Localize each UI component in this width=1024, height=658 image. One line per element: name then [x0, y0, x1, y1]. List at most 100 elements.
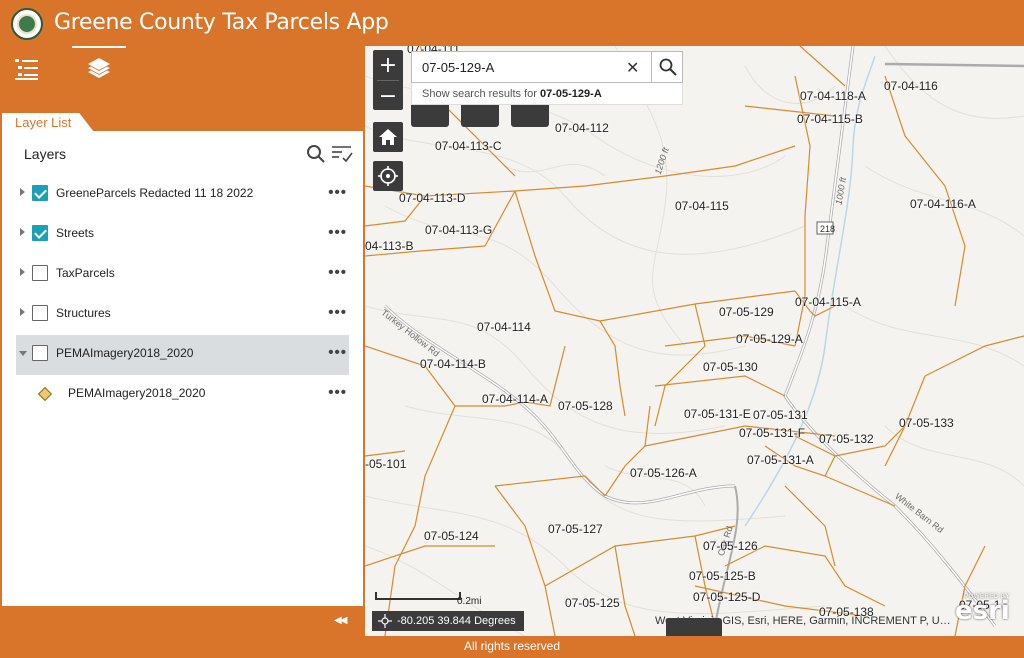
parcel-label: 07-04-113-D [399, 191, 466, 205]
parcel-label: 07-04-115-B [797, 112, 863, 126]
parcel-label: 07-05-131-E [684, 407, 751, 421]
expand-arrow-icon[interactable] [20, 228, 25, 236]
expand-arrow-icon[interactable] [20, 188, 25, 196]
print-tool-button[interactable] [461, 105, 499, 127]
layer-row-taxparcels[interactable]: TaxParcels ••• [16, 255, 349, 295]
parcel-label: 07-05-131-F [739, 426, 806, 440]
layer-list-panel: Layers GreeneParcels Redacted 11 18 2022… [2, 131, 363, 606]
parcel-label: 07-05-132 [819, 432, 874, 446]
measure-tool-button[interactable] [411, 105, 449, 127]
layer-checkbox[interactable] [32, 225, 48, 241]
collapse-panel-icon[interactable]: ◀◀ [334, 615, 347, 626]
expand-arrow-icon[interactable] [20, 308, 25, 316]
parcel-label: -05-101 [365, 457, 407, 471]
home-button[interactable] [373, 122, 403, 152]
more-options-icon[interactable]: ••• [328, 185, 347, 200]
more-options-icon[interactable]: ••• [328, 345, 347, 360]
layer-checkbox[interactable] [32, 305, 48, 321]
tab-layer-list[interactable]: Layer List [2, 113, 94, 132]
parcel-label: 07-05-124 [424, 529, 479, 543]
draw-tool-button[interactable] [511, 105, 549, 127]
scale-bar [375, 592, 461, 600]
parcel-label: 07-05-130 [703, 360, 758, 374]
app-footer: All rights reserved [0, 636, 1024, 658]
zoom-out-button[interactable]: − [373, 81, 403, 111]
legend-label: PEMAImagery2018_2020 [68, 386, 206, 400]
parcel-label: 07-04-115 [675, 199, 729, 213]
app-header: Greene County Tax Parcels App [0, 0, 1024, 46]
parcel-label: 07-05-129 [719, 305, 774, 319]
search-widget: ✕ [411, 51, 683, 83]
parcel-label: 07-05-125-D [693, 590, 761, 604]
layer-label: Streets [56, 226, 95, 240]
layer-label: GreeneParcels Redacted 11 18 2022 [56, 186, 254, 200]
parcel-label: 07-05-126 [703, 539, 758, 553]
raster-legend-icon [37, 386, 53, 402]
layers-icon [88, 58, 110, 78]
parcel-label: 07-04-113-G [425, 223, 493, 237]
layer-checkbox[interactable] [32, 345, 48, 361]
more-options-icon[interactable]: ••• [328, 225, 347, 240]
parcel-label: 07-04-115-A [795, 295, 861, 309]
layer-label: Structures [56, 306, 111, 320]
more-options-icon[interactable]: ••• [328, 385, 347, 400]
search-input[interactable] [412, 52, 652, 82]
crosshair-icon [378, 614, 392, 628]
locate-button[interactable] [373, 161, 403, 191]
layers-tab[interactable] [72, 46, 126, 92]
layer-checkbox[interactable] [32, 185, 48, 201]
parcel-label: 07-05-125-B [689, 569, 756, 583]
topo-basemap [365, 46, 1024, 636]
county-seal-logo [11, 8, 43, 40]
parcel-label: 07-05-125 [565, 596, 620, 610]
list-icon [15, 59, 38, 80]
search-suggestion[interactable]: Show search results for 07-05-129-A [411, 83, 683, 105]
filter-list-icon[interactable] [331, 144, 353, 164]
more-options-icon[interactable]: ••• [328, 305, 347, 320]
suggestion-term: 07-05-129-A [540, 88, 602, 100]
zoom-in-button[interactable]: + [373, 50, 403, 80]
layer-list-tab[interactable] [0, 46, 54, 92]
attribution-toggle[interactable] [666, 618, 722, 636]
parcel-label: 07-05-127 [548, 522, 603, 536]
parcel-label: 07-05-131-A [747, 453, 814, 467]
parcel-label: 07-04-116-A [910, 197, 976, 211]
home-icon [379, 129, 397, 145]
parcel-label: 07-04-113-C [435, 139, 502, 153]
coordinate-readout: -80.205 39.844 Degrees [397, 615, 516, 627]
legend-row-pemaimagery[interactable]: PEMAImagery2018_2020 ••• [16, 375, 349, 415]
layers-heading: Layers [24, 146, 67, 162]
parcel-label: 07-05-129-A [736, 332, 803, 346]
search-icon[interactable] [306, 144, 326, 164]
coordinate-widget[interactable]: -80.205 39.844 Degrees [372, 611, 524, 631]
scale-label: 0.2mi [457, 596, 482, 607]
expand-arrow-icon[interactable] [20, 268, 25, 276]
zoom-control: + − [373, 50, 403, 110]
app-title: Greene County Tax Parcels App [54, 10, 389, 35]
layer-label: PEMAImagery2018_2020 [56, 346, 194, 360]
route-shield-label: 218 [820, 224, 836, 234]
sidebar-tabbar [0, 46, 364, 110]
layer-row-greeneparcels[interactable]: GreeneParcels Redacted 11 18 2022 ••• [16, 175, 349, 215]
layer-row-pemaimagery[interactable]: PEMAImagery2018_2020 ••• [16, 335, 349, 375]
map-view[interactable]: 218 1200 ft 1000 ft Turkey Hollow Rd Whi… [365, 46, 1024, 636]
clear-search-icon[interactable]: ✕ [626, 58, 639, 78]
toolbar-peek [411, 105, 591, 129]
panel-tabbar: Layer List [0, 110, 364, 132]
parcel-label: 07-04-116 [884, 79, 938, 93]
parcel-label: 07-04-114-A [482, 392, 548, 406]
parcel-label: 07-04-114 [477, 320, 531, 334]
search-button[interactable] [651, 52, 683, 82]
parcel-label: 07-04-114-B [420, 357, 486, 371]
layer-label: TaxParcels [56, 266, 115, 280]
layer-checkbox[interactable] [32, 265, 48, 281]
parcel-label: 07-05-128 [558, 399, 613, 413]
layer-row-streets[interactable]: Streets ••• [16, 215, 349, 255]
layer-row-structures[interactable]: Structures ••• [16, 295, 349, 335]
more-options-icon[interactable]: ••• [328, 265, 347, 280]
parcel-label: 07-05-126-A [630, 466, 697, 480]
collapse-arrow-icon[interactable] [19, 351, 27, 356]
search-icon [659, 58, 677, 76]
panel-footer: ◀◀ [0, 606, 364, 636]
parcel-label: 07-05-131 [753, 408, 808, 422]
